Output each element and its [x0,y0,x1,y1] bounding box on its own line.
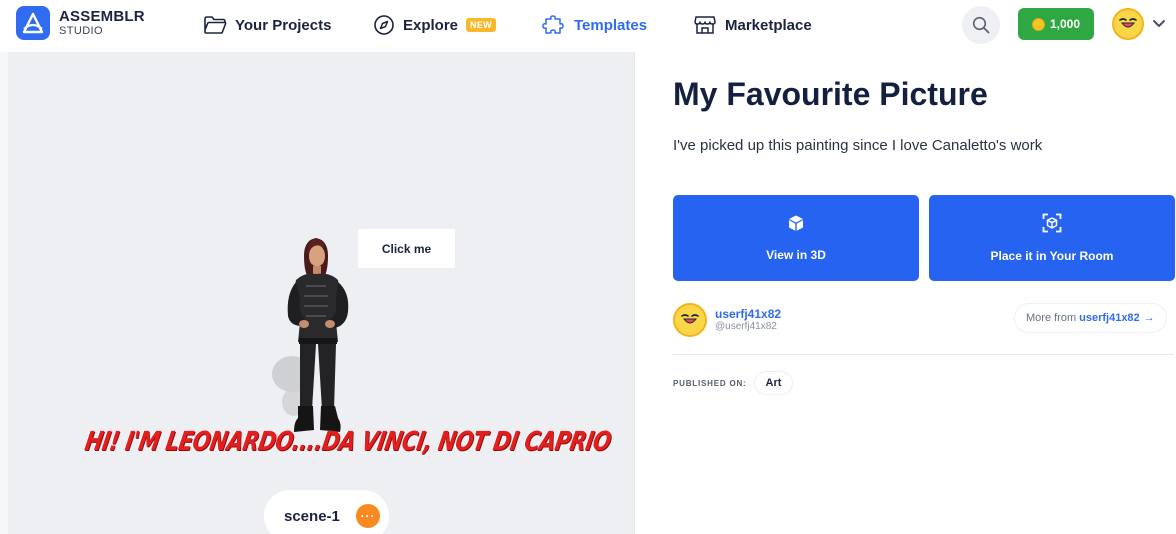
viewer-edge [0,52,8,534]
category-tag-art[interactable]: Art [754,372,793,394]
brand-name: ASSEMBLR [59,8,145,25]
more-options-icon[interactable]: ··· [356,504,380,528]
account-menu-toggle[interactable] [1152,16,1166,34]
more-from-prefix: More from [1026,312,1077,324]
project-description: I've picked up this painting since I lov… [673,137,1043,154]
user-avatar-button[interactable] [1112,8,1144,40]
cube-icon [789,215,803,231]
author-avatar[interactable] [673,303,707,337]
chevron-down-icon [1153,20,1165,27]
brand[interactable]: ASSEMBLR STUDIO [16,6,145,40]
project-detail-panel: My Favourite Picture I've picked up this… [636,52,1176,534]
click-me-tooltip[interactable]: Click me [358,229,455,268]
character-caption-banner: HI! I'M LEONARDO....DA VINCI, NOT DI CAP… [82,426,614,456]
scene-selector[interactable]: scene-1 ··· [264,490,389,534]
top-navigation-bar: ASSEMBLR STUDIO Your Projects Explore NE… [0,0,1176,52]
nav-your-projects[interactable]: Your Projects [203,12,331,38]
folder-icon [204,16,227,34]
coin-icon [1031,17,1045,31]
arrow-right-icon: → [1143,312,1155,324]
store-icon [694,16,716,34]
scene-name: scene-1 [284,507,340,525]
search-button[interactable] [962,6,1000,44]
nav-marketplace-label: Marketplace [725,16,812,34]
published-on: PUBLISHED ON: Art [673,372,793,394]
more-from-username: userfj41x82 [1079,312,1140,324]
3d-character-model[interactable] [266,234,366,440]
nav-explore[interactable]: Explore NEW [373,12,496,38]
puzzle-icon [542,15,564,34]
ar-scan-icon [1042,213,1062,233]
compass-icon [374,15,394,35]
section-divider [673,354,1174,355]
author-info: userfj41x82 @userfj41x82 [673,303,781,337]
brand-subtitle: STUDIO [59,25,103,37]
published-on-label: PUBLISHED ON: [673,378,747,388]
new-badge: NEW [466,18,496,32]
coin-balance-button[interactable]: 1,000 [1018,8,1094,40]
nav-explore-label: Explore [403,16,459,34]
place-in-room-label: Place it in Your Room [990,249,1114,263]
more-from-author-button[interactable]: More from userfj41x82 → [1015,304,1166,332]
place-in-room-button[interactable]: Place it in Your Room [929,195,1175,281]
nav-marketplace[interactable]: Marketplace [693,12,812,38]
view-in-3d-label: View in 3D [766,248,826,262]
author-name-link[interactable]: userfj41x82 [715,307,781,321]
nav-your-projects-label: Your Projects [235,16,332,34]
coin-balance: 1,000 [1049,17,1081,31]
scene-viewer[interactable]: Click me HI! I'M LEONARDO....DA VINCI, N… [0,52,635,534]
view-in-3d-button[interactable]: View in 3D [673,195,919,281]
nav-templates-label: Templates [574,16,648,34]
avatar-face-icon [1119,18,1137,28]
author-handle: @userfj41x82 [715,321,777,333]
project-title: My Favourite Picture [673,76,988,112]
avatar-face-icon [681,314,699,324]
assemblr-logo-icon [16,6,50,40]
search-icon [972,16,990,34]
nav-templates[interactable]: Templates [542,12,647,38]
